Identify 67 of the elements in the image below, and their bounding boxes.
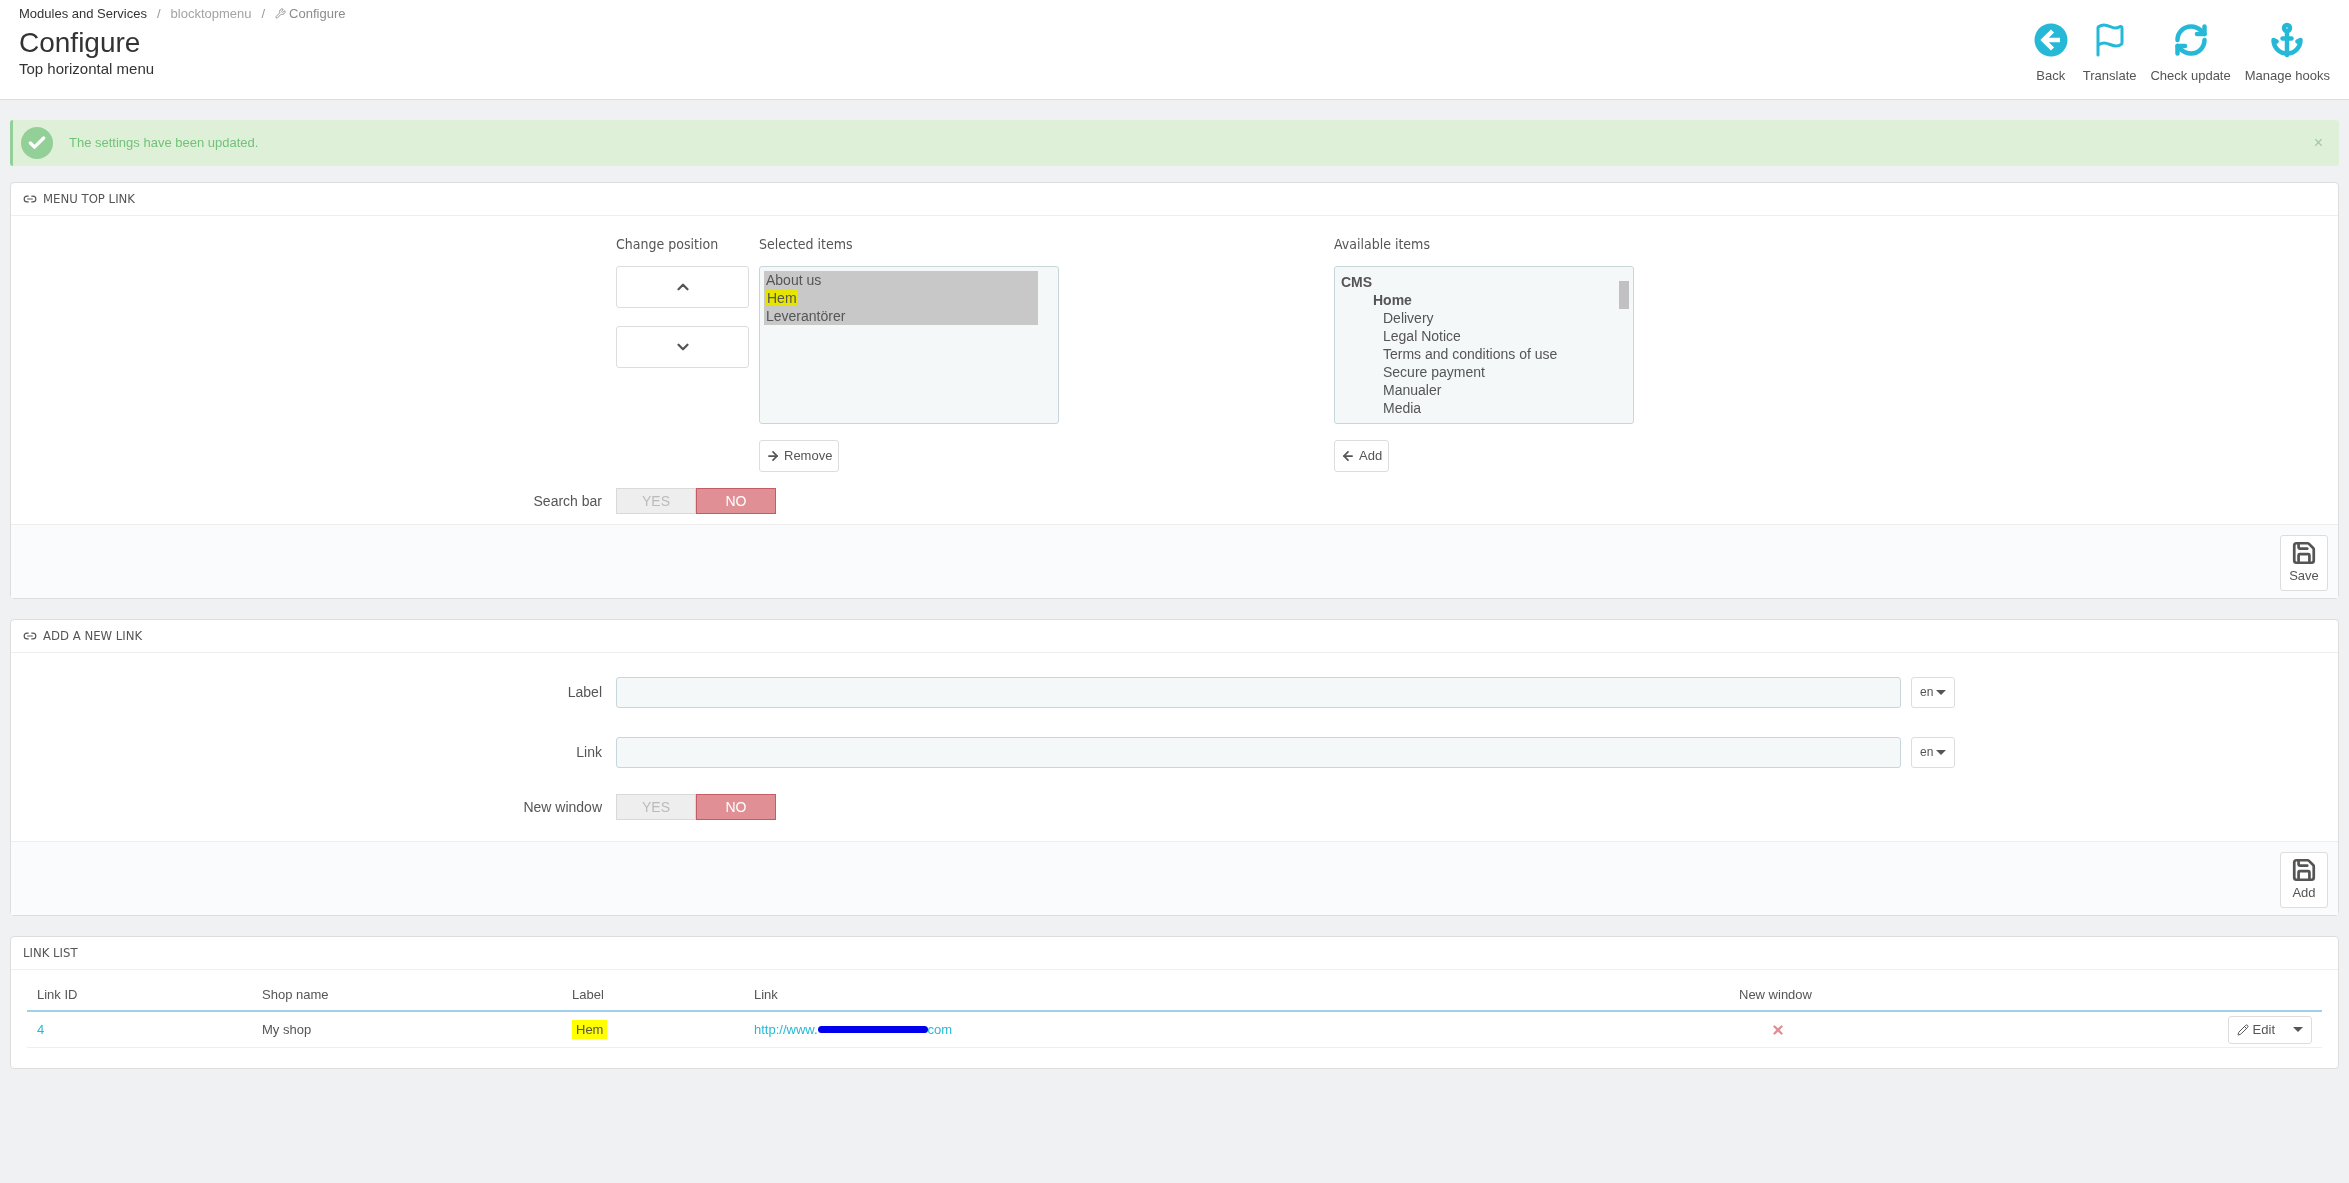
refresh-icon xyxy=(2172,22,2209,58)
field-label: Search bar xyxy=(532,491,603,511)
available-items-list[interactable]: CMS Home Delivery Legal Notice Terms and conditions of use Secure payment Manualer Media xyxy=(1334,266,1634,424)
anchor-icon xyxy=(2269,22,2306,58)
language-dropdown[interactable]: en xyxy=(1911,676,1956,708)
scrollbar-thumb[interactable] xyxy=(1619,281,1629,309)
toolbar-button[interactable]: Back xyxy=(2032,22,2069,99)
field-label: New window xyxy=(522,797,603,817)
column-header: Shop name xyxy=(261,986,330,1005)
item-label: Leverantörer xyxy=(766,308,846,324)
list-option[interactable]: About us xyxy=(764,271,1038,289)
item-label: Hem xyxy=(766,290,798,306)
item-label: About us xyxy=(766,272,822,288)
page-title: Configure xyxy=(19,25,142,60)
pencil-icon xyxy=(2236,1023,2249,1036)
panel-title: MENU TOP LINK xyxy=(43,190,135,209)
list-option[interactable]: Leverantörer xyxy=(764,307,1038,325)
caret-icon xyxy=(1936,689,1947,695)
panel-title: ADD A NEW LINK xyxy=(43,627,143,646)
tree-item[interactable]: Manualer xyxy=(1341,381,1613,399)
link-icon xyxy=(23,629,37,643)
edit-button[interactable]: Edit xyxy=(2227,1015,2312,1044)
list-option[interactable]: Hem xyxy=(764,289,1038,307)
column-header: New window xyxy=(1738,986,1813,1005)
column-header: Link xyxy=(753,986,779,1005)
save-button[interactable]: Add xyxy=(2280,852,2328,908)
toolbar-button[interactable]: Check update xyxy=(2150,22,2231,99)
breadcrumb-separator: / xyxy=(156,5,161,23)
column-header: Label xyxy=(571,986,605,1005)
link-icon xyxy=(23,192,37,206)
table-cell-text: 4 xyxy=(36,1020,46,1039)
alert-message: The settings have been updated. xyxy=(69,134,260,153)
toolbar-button[interactable]: Manage hooks xyxy=(2244,22,2330,99)
tree-item[interactable]: Media xyxy=(1341,399,1613,417)
language-dropdown[interactable]: en xyxy=(1911,736,1956,768)
tree-item[interactable]: Delivery xyxy=(1341,309,1613,327)
selected-items-list[interactable]: About us Hem Leverantörer xyxy=(759,266,1059,424)
tree-item[interactable]: Home xyxy=(1341,291,1613,309)
arrow-right-icon xyxy=(766,449,780,463)
save-button[interactable]: Save xyxy=(2280,535,2328,591)
add-button[interactable]: Add xyxy=(1334,440,1390,472)
breadcrumb-link[interactable]: Modules and Services xyxy=(19,4,147,24)
field-label: Link xyxy=(575,742,603,762)
move-down-button[interactable] xyxy=(616,326,749,368)
table-cell-text: My shop xyxy=(261,1020,313,1039)
breadcrumb-link[interactable]: Configure xyxy=(275,4,346,24)
move-up-button[interactable] xyxy=(616,266,749,308)
toolbar-button[interactable]: Translate xyxy=(2082,22,2137,99)
caret-icon xyxy=(2293,1027,2303,1032)
column-label: Change position xyxy=(616,235,720,254)
remove-button[interactable]: Remove xyxy=(759,440,840,472)
column-label: Available items xyxy=(1334,235,1431,254)
wrench-icon xyxy=(275,8,287,20)
column-label: Selected items xyxy=(759,235,854,254)
caret-icon xyxy=(1936,749,1947,755)
field-label: Label xyxy=(566,682,603,702)
tree-item[interactable]: CMS xyxy=(1341,273,1613,291)
panel-title: LINK LIST xyxy=(23,944,78,963)
page-subtitle: Top horizontal menu xyxy=(19,59,156,78)
breadcrumb-separator: / xyxy=(261,5,266,23)
text-input-field[interactable] xyxy=(616,676,1901,708)
tree-item[interactable]: Terms and conditions of use xyxy=(1341,345,1613,363)
text-input-field[interactable] xyxy=(616,736,1901,768)
tree-item[interactable]: Secure payment xyxy=(1341,363,1613,381)
table-cell: Hem xyxy=(572,1019,608,1040)
tree-item[interactable]: Legal Notice xyxy=(1341,327,1613,345)
column-header: Link ID xyxy=(36,986,79,1005)
